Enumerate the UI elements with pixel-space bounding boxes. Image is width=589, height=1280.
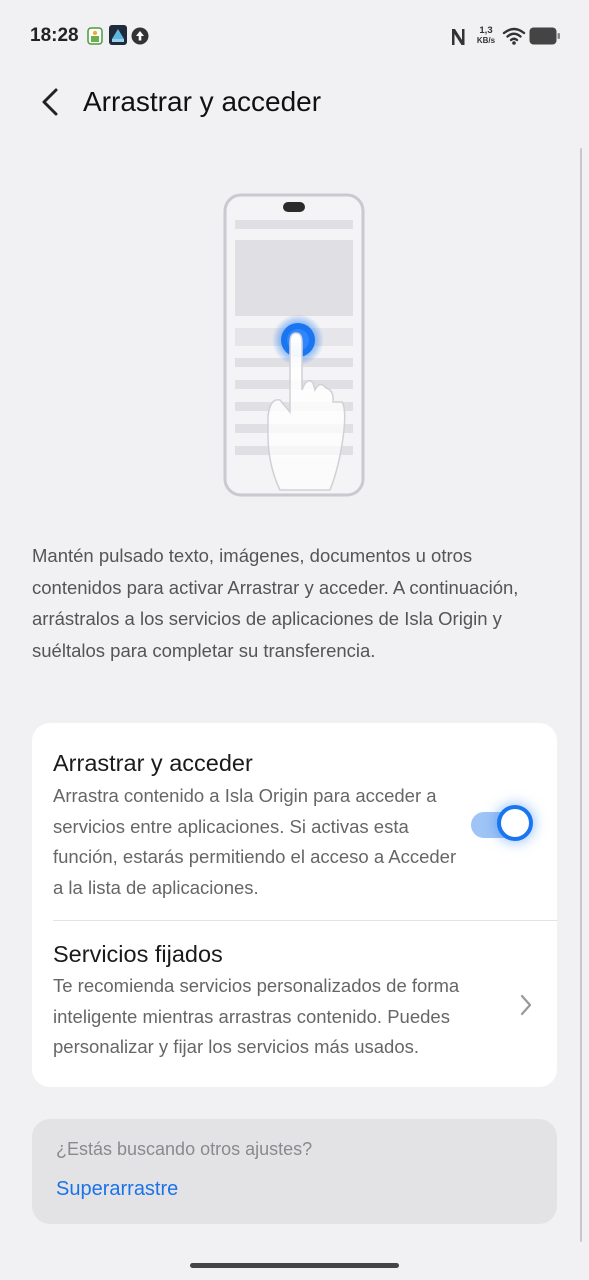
app-notification-icon [109,25,127,45]
superdrag-link[interactable]: Superarrastre [56,1178,178,1201]
feature-description: Mantén pulsado texto, imágenes, document… [32,545,519,661]
toggle-knob [497,805,533,841]
gallery-app-icon [87,27,103,45]
pinned-services-row[interactable]: Servicios fijados Te recomienda servicio… [32,921,557,1087]
network-speed: 1,3 KB/s [474,26,498,46]
settings-card: Arrastrar y acceder Arrastra contenido a… [32,723,557,1087]
nfc-icon [452,29,465,45]
pinned-services-title: Servicios fijados [53,941,223,967]
chevron-right-icon [520,994,532,1016]
status-bar: 18:28 1,3 KB/s [0,0,589,72]
header: Arrastrar y acceder [0,78,589,128]
status-time: 18:28 [30,25,79,46]
scrollbar[interactable] [580,148,582,1242]
home-indicator[interactable] [190,1263,399,1268]
drag-access-toggle[interactable] [468,804,538,848]
network-speed-value: 1,3 [479,25,493,36]
pinned-services-description: Te recomienda servicios personalizados d… [53,975,460,1057]
drag-access-title: Arrastrar y acceder [53,750,253,776]
other-settings-card: ¿Estás buscando otros ajustes? Superarra… [32,1119,557,1224]
battery-icon [529,27,560,45]
upload-icon [131,27,149,45]
wifi-icon [502,27,526,45]
network-speed-unit: KB/s [476,36,496,45]
drag-access-description: Arrastra contenido a Isla Origin para ac… [53,785,457,898]
page-title: Arrastrar y acceder [83,86,322,117]
drag-access-row[interactable]: Arrastrar y acceder Arrastra contenido a… [32,723,557,920]
drag-illustration [223,193,365,497]
back-arrow-icon[interactable] [36,84,68,120]
other-settings-question: ¿Estás buscando otros ajustes? [56,1139,313,1159]
